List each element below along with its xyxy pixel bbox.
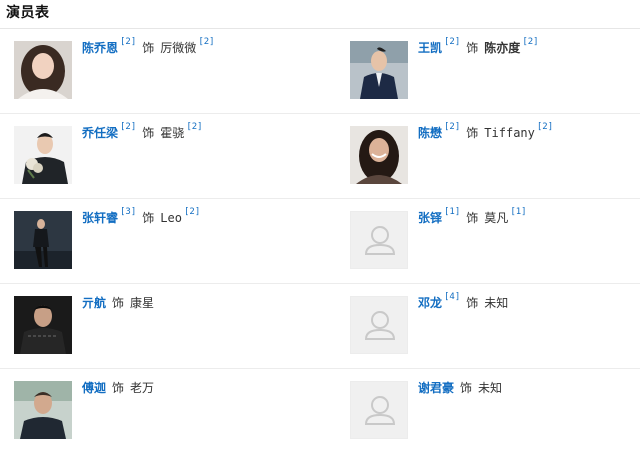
actor-link[interactable]: 邓龙 [418,296,442,310]
cast-entry: 乔任梁 [2] 饰霍骁 [2] [0,114,320,198]
as-label: 饰 [460,381,473,395]
cast-row: 陈乔恩 [2] 饰厉微微 [2] 王凯 [2] 饰陈亦度 [2] [0,29,640,114]
role-name: 老万 [130,381,155,395]
cast-row: 张轩睿 [3] 饰 Leo [2] 张铎 [1] 饰莫凡 [1] [0,199,640,284]
as-label: 饰 [112,381,125,395]
cast-entry: 邓龙 [4] 饰未知 [336,284,640,368]
cast-entry: 傅迦饰老万 [0,369,320,453]
cast-row: 傅迦饰老万 谢君豪饰未知 [0,369,640,453]
actor-photo[interactable] [350,126,408,184]
cast-grid: 陈乔恩 [2] 饰厉微微 [2] 王凯 [2] 饰陈亦度 [2] 乔任梁 [2]… [0,29,640,453]
actor-link[interactable]: 张轩睿 [82,211,118,225]
cast-row: 亓航饰康星 邓龙 [4] 饰未知 [0,284,640,369]
actor-citation[interactable]: [2] [444,122,460,132]
actor-citation[interactable]: [3] [120,207,136,217]
actor-photo-image [14,126,72,184]
cast-entry: 张轩睿 [3] 饰 Leo [2] [0,199,320,283]
actor-link[interactable]: 亓航 [82,296,106,310]
role-name: 莫凡 [484,211,509,225]
cast-info: 陈乔恩 [2] 饰厉微微 [2] [82,37,215,56]
actor-link[interactable]: 傅迦 [82,381,106,395]
actor-link[interactable]: 陈懋 [418,126,442,140]
actor-photo-image [14,211,72,269]
role-name: Tiffany [484,126,535,140]
actor-photo[interactable] [14,296,72,354]
placeholder-photo[interactable] [350,381,408,439]
cast-info: 陈懋 [2] 饰 Tiffany [2] [418,122,553,141]
cast-info: 张轩睿 [3] 饰 Leo [2] [82,207,200,226]
placeholder-photo[interactable] [350,296,408,354]
role-name: 霍骁 [160,126,185,140]
user-silhouette-icon [364,396,396,425]
cast-row: 乔任梁 [2] 饰霍骁 [2] 陈懋 [2] 饰 Tiffany [2] [0,114,640,199]
cast-entry: 谢君豪饰未知 [336,369,640,453]
cast-entry: 陈乔恩 [2] 饰厉微微 [2] [0,29,320,113]
role-citation[interactable]: [2] [184,207,200,217]
cast-info: 邓龙 [4] 饰未知 [418,292,509,311]
actor-link[interactable]: 乔任梁 [82,126,118,140]
actor-photo-image [350,126,408,184]
role-name: 厉微微 [160,41,197,55]
role-name: 未知 [484,296,509,310]
role-citation[interactable]: [2] [186,122,202,132]
actor-photo[interactable] [14,126,72,184]
actor-link[interactable]: 王凯 [418,41,442,55]
actor-photo[interactable] [14,211,72,269]
cast-info: 王凯 [2] 饰陈亦度 [2] [418,37,539,56]
actor-photo[interactable] [350,41,408,99]
role-citation[interactable]: [2] [198,37,214,47]
as-label: 饰 [466,126,479,140]
role-link[interactable]: 陈亦度 [484,41,520,55]
as-label: 饰 [466,41,479,55]
actor-photo-image [14,41,72,99]
user-silhouette-icon [364,226,396,255]
cast-info: 傅迦饰老万 [82,379,154,396]
cast-info: 亓航饰康星 [82,294,154,311]
actor-photo-image [14,296,72,354]
actor-link[interactable]: 谢君豪 [418,381,454,395]
role-citation[interactable]: [1] [510,207,526,217]
as-label: 饰 [466,211,479,225]
actor-citation[interactable]: [2] [444,37,460,47]
as-label: 饰 [142,211,155,225]
cast-info: 谢君豪饰未知 [418,379,502,396]
role-name: 未知 [478,381,503,395]
actor-link[interactable]: 张铎 [418,211,442,225]
placeholder-photo[interactable] [350,211,408,269]
role-name: 康星 [130,296,155,310]
cast-entry: 陈懋 [2] 饰 Tiffany [2] [336,114,640,198]
cast-entry: 亓航饰康星 [0,284,320,368]
user-silhouette-icon [364,311,396,340]
actor-citation[interactable]: [4] [444,292,460,302]
as-label: 饰 [112,296,125,310]
as-label: 饰 [142,126,155,140]
actor-photo-image [14,381,72,439]
as-label: 饰 [142,41,155,55]
actor-citation[interactable]: [1] [444,207,460,217]
actor-photo-image [350,41,408,99]
actor-photo[interactable] [14,41,72,99]
cast-info: 张铎 [1] 饰莫凡 [1] [418,207,527,226]
cast-entry: 张铎 [1] 饰莫凡 [1] [336,199,640,283]
as-label: 饰 [466,296,479,310]
actor-photo[interactable] [14,381,72,439]
actor-link[interactable]: 陈乔恩 [82,41,118,55]
page-title: 演员表 [6,5,50,21]
role-citation[interactable]: [2] [537,122,553,132]
role-citation[interactable]: [2] [522,37,538,47]
role-name: Leo [160,211,182,225]
cast-info: 乔任梁 [2] 饰霍骁 [2] [82,122,203,141]
actor-citation[interactable]: [2] [120,122,136,132]
actor-citation[interactable]: [2] [120,37,136,47]
cast-entry: 王凯 [2] 饰陈亦度 [2] [336,29,640,113]
